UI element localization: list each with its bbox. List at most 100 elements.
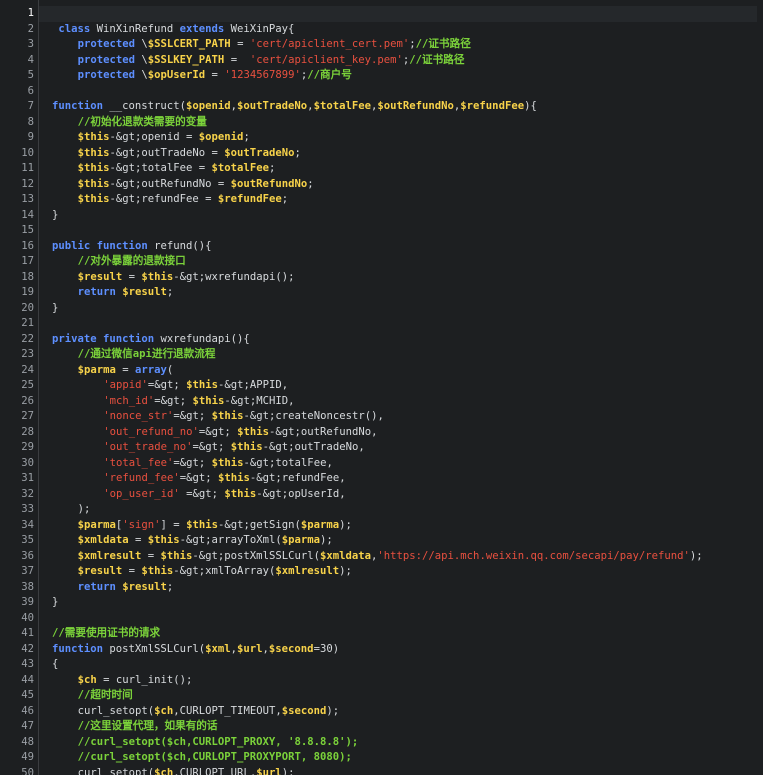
code-line[interactable]: 13 $this-&gt;refundFee = $refundFee; [0, 192, 763, 208]
line-number: 48 [21, 735, 34, 748]
code-line[interactable]: 15 [0, 223, 763, 239]
code-token: ] = [160, 518, 187, 531]
code-line[interactable]: 28 'out_refund_no'=&gt; $this-&gt;outRefu… [0, 425, 763, 441]
code-line[interactable]: 21 [0, 316, 763, 332]
code-token: } [52, 596, 59, 608]
code-line[interactable]: 41 //需要使用证书的请求 [0, 626, 763, 642]
line-number: 37 [21, 565, 34, 577]
code-line[interactable]: 25 'appid'=&gt; $this-&gt;APPID, [0, 378, 763, 394]
code-line[interactable]: 39} [0, 595, 763, 611]
code-line[interactable]: 43 { [0, 657, 763, 673]
code-token: $xmldata [77, 534, 129, 546]
code-text: $this-&gt;totalFee = $totalFee; [78, 161, 276, 177]
line-number: 18 [21, 270, 34, 283]
code-line[interactable]: 31 'refund_fee'=&gt; $this-&gt;refundFee, [0, 471, 763, 487]
code-text: 'appid'=&gt; $this-&gt;APPID, [103, 378, 288, 394]
code-token: = [128, 534, 148, 546]
line-number: 1 [27, 7, 34, 19]
code-token: $parma [77, 363, 116, 376]
code-line[interactable]: 14} [0, 208, 763, 224]
code-line[interactable]: 40 [0, 611, 763, 627]
code-token: class [58, 22, 91, 35]
line-number: 16 [21, 239, 34, 252]
code-line[interactable]: 42 function postXmlSSLCurl($xml,$url,$sec… [0, 642, 763, 658]
code-line[interactable]: 5 protected \$opUserId = '1234567899';//商… [0, 68, 763, 84]
line-number: 19 [21, 286, 34, 298]
vertical-scrollbar[interactable] [757, 0, 763, 775]
code-line[interactable]: 29 'out_trade_no'=&gt; $this-&gt;outTrade… [0, 440, 763, 456]
code-line[interactable]: 49 //curl_setopt($ch,CURLOPT_PROXYPORT, 8… [0, 750, 763, 766]
code-line[interactable]: 36 $xmlresult = $this-&gt;postXmlSSLCurl(… [0, 549, 763, 565]
line-number: 9 [27, 131, 34, 143]
code-line[interactable]: 11 $this-&gt;totalFee = $totalFee; [0, 161, 763, 177]
code-token: $opUserId [147, 69, 206, 81]
code-text: private function wxrefundapi(){ [52, 332, 250, 348]
code-line[interactable]: 12 $this-&gt;outRefundNo = $outRefundNo; [0, 177, 763, 193]
code-line[interactable]: 4 protected \$SSLKEY_PATH = 'cert/apiclie… [0, 53, 763, 69]
code-line[interactable]: 22 private function wxrefundapi(){ [0, 332, 763, 348]
code-line[interactable]: 1 [0, 6, 763, 22]
code-text: $xmldata = $this-&gt;arrayToXml($parma); [78, 533, 333, 549]
code-line[interactable]: 26 'mch_id'=&gt; $this-&gt;MCHID, [0, 394, 763, 410]
code-line[interactable]: 48 //curl_setopt($ch,CURLOPT_PROXY, '8.8.… [0, 735, 763, 751]
line-number: 41 [21, 627, 34, 639]
code-line[interactable]: 32 'op_user_id' =&gt; $this-&gt;opUserId, [0, 487, 763, 503]
code-token: ,CURLOPT_URL, [173, 766, 257, 775]
code-token: $url [256, 766, 282, 775]
code-line[interactable]: 33); [0, 502, 763, 518]
code-line[interactable]: 2 class WinXinRefund extends WeiXinPay{ [0, 22, 763, 38]
code-text: class WinXinRefund extends WeiXinPay{ [58, 22, 294, 38]
code-token: $openid [198, 131, 244, 143]
code-text: 'out_trade_no'=&gt; $this-&gt;outTradeNo… [103, 440, 365, 456]
code-editor[interactable]: 1 2 class WinXinRefund extends WeiXinPay{3… [0, 0, 763, 775]
code-line[interactable]: 30 'total_fee'=&gt; $this-&gt;totalFee, [0, 456, 763, 472]
code-line[interactable]: 47 //这里设置代理，如果有的话 [0, 719, 763, 735]
code-lines[interactable]: 1 2 class WinXinRefund extends WeiXinPay{3… [0, 6, 763, 775]
code-token: //超时时间 [77, 689, 133, 701]
code-line[interactable]: 35 $xmldata = $this-&gt;arrayToXml($parma… [0, 533, 763, 549]
code-line[interactable]: 24 $parma = array( [0, 363, 763, 379]
code-line[interactable]: 7 function __construct($openid,$outTradeN… [0, 99, 763, 115]
code-token: //这里设置代理，如果有的话 [77, 720, 218, 732]
code-line[interactable]: 16 public function refund(){ [0, 239, 763, 255]
code-line[interactable]: 10 $this-&gt;outTradeNo = $outTradeNo; [0, 146, 763, 162]
code-token: //对外暴露的退款接口 [77, 255, 186, 267]
code-text: 'op_user_id' =&gt; $this-&gt;opUserId, [103, 487, 345, 503]
code-line[interactable]: 17 //对外暴露的退款接口 [0, 254, 763, 270]
line-number: 3 [27, 38, 34, 50]
code-line[interactable]: 6 [0, 84, 763, 100]
code-line[interactable]: 23 //通过微信api进行退款流程 [0, 347, 763, 363]
code-line[interactable]: 45 //超时时间 [0, 688, 763, 704]
code-token: -&gt;getSign( [217, 518, 301, 531]
code-text: } [52, 301, 58, 317]
code-line[interactable]: 34 $parma['sign'] = $this-&gt;getSign($pa… [0, 518, 763, 534]
code-token: { [52, 658, 59, 670]
code-line[interactable]: 9 $this-&gt;openid = $openid; [0, 130, 763, 146]
code-line[interactable]: 3 protected \$SSLCERT_PATH = 'cert/apicli… [0, 37, 763, 53]
line-number: 10 [21, 146, 34, 159]
code-line[interactable]: 8 //初始化退款类需要的变量 [0, 115, 763, 131]
code-line[interactable]: 27 'nonce_str'=&gt; $this-&gt;createNonce… [0, 409, 763, 425]
code-token: ; [294, 146, 301, 159]
code-line[interactable]: 44 $ch = curl_init(); [0, 673, 763, 689]
code-token: curl_setopt( [77, 704, 155, 717]
code-line[interactable]: 19 return $result; [0, 285, 763, 301]
code-text: ); [78, 502, 91, 518]
line-number: 4 [27, 53, 34, 66]
code-text: //对外暴露的退款接口 [78, 254, 186, 270]
code-line[interactable]: 37 $result = $this-&gt;xmlToArray($xmlres… [0, 564, 763, 580]
code-token: 'https://api.mch.weixin.qq.com/secapi/pa… [377, 549, 690, 562]
code-line[interactable]: 50 curl_setopt($ch,CURLOPT_URL,$url); [0, 766, 763, 775]
code-line[interactable]: 38 return $result; [0, 580, 763, 596]
line-number: 27 [21, 410, 34, 422]
code-text: public function refund(){ [52, 239, 211, 255]
code-token: -&gt;outTradeNo = [109, 146, 225, 159]
code-token: //curl_setopt($ch,CURLOPT_PROXY, '8.8.8.… [77, 735, 359, 748]
code-line[interactable]: 46 curl_setopt($ch,CURLOPT_TIMEOUT,$secon… [0, 704, 763, 720]
code-token: -&gt;MCHID, [224, 394, 295, 407]
line-number: 40 [21, 611, 34, 624]
code-token: return [77, 580, 116, 593]
code-line[interactable]: 18 $result = $this-&gt;wxrefundapi(); [0, 270, 763, 286]
code-token: $outRefundNo [230, 177, 308, 190]
code-line[interactable]: 20} [0, 301, 763, 317]
